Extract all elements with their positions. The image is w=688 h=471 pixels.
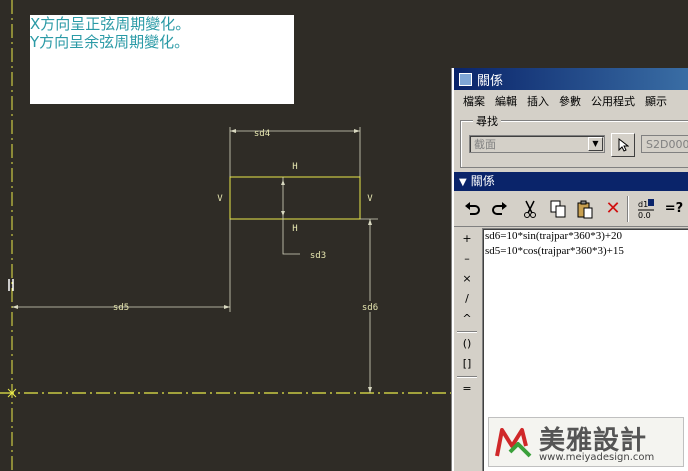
section-rectangle[interactable] [229, 176, 361, 220]
pointer-icon [618, 137, 630, 152]
toolbar-separator [627, 196, 628, 222]
delete-icon[interactable]: ✕ [601, 197, 625, 221]
relation-line[interactable]: sd6=10*sin(trajpar*360*3)+20 [483, 229, 688, 244]
menu-show[interactable]: 顯示 [645, 93, 667, 109]
operator-plus[interactable]: + [457, 230, 477, 248]
operator-multiply[interactable]: × [457, 270, 477, 288]
find-type-dropdown[interactable]: 截面 ▼ [469, 135, 605, 153]
menu-file[interactable]: 檔案 [463, 93, 485, 109]
menu-edit[interactable]: 編輯 [495, 93, 517, 109]
menu-utilities[interactable]: 公用程式 [591, 93, 635, 109]
relation-line[interactable]: sd5=10*cos(trajpar*360*3)+15 [483, 244, 688, 259]
select-pointer-button[interactable] [611, 133, 635, 157]
operator-separator [457, 331, 477, 332]
center-arrow-up [281, 180, 285, 185]
cut-icon[interactable] [518, 197, 542, 221]
dim-sd4-label[interactable]: sd4 [254, 129, 270, 139]
find-group: 尋找 截面 ▼ S2D0001 [460, 113, 688, 168]
svg-text:d1: d1 [638, 200, 648, 209]
constraint-v-right: V [367, 194, 373, 204]
relations-toolbar: ✕ d1 0.0 =? [454, 192, 688, 227]
operator-equals[interactable]: = [457, 380, 477, 398]
brand-logo-icon [495, 428, 532, 458]
note-line-2: Y方向呈余弦周期變化。 [30, 33, 190, 51]
menu-bar: 檔案 編輯 插入 參數 公用程式 顯示 [454, 90, 688, 112]
chevron-down-icon[interactable]: ▼ [588, 137, 603, 151]
operator-parentheses[interactable]: () [457, 335, 477, 353]
note-box: X方向呈正弦周期變化。 Y方向呈余弦周期變化。 [30, 15, 294, 104]
redo-icon[interactable] [488, 197, 512, 221]
undo-icon[interactable] [460, 197, 484, 221]
sd4-arrow-left [230, 129, 236, 133]
operator-separator [457, 376, 477, 377]
constraint-h-bottom: H [292, 224, 297, 234]
watermark-url: www.meiyadesign.com [539, 452, 655, 463]
watermark-logo: 美雅設計 www.meiyadesign.com [488, 417, 684, 467]
find-type-value: 截面 [474, 138, 496, 151]
sd5-arrow-right [224, 305, 230, 309]
sd6-arrow-bottom [368, 387, 372, 393]
paste-icon[interactable] [573, 197, 597, 221]
dim-sd5-label[interactable]: sd5 [113, 303, 129, 313]
svg-text:0.0: 0.0 [638, 211, 651, 220]
operator-minus[interactable]: – [457, 250, 477, 268]
relations-section-title: 關係 [470, 174, 495, 188]
start-marker [8, 279, 14, 291]
collapse-triangle-icon[interactable]: ▼ [459, 173, 467, 192]
window-titlebar[interactable]: 關係 [454, 68, 688, 90]
operator-divide[interactable]: / [457, 290, 477, 308]
operator-brackets[interactable]: [] [457, 355, 477, 373]
constraint-h-top: H [292, 162, 297, 172]
window-title: 關係 [477, 73, 504, 89]
sd5-arrow-left [12, 305, 18, 309]
operator-palette: + – × / ^ () [] = [454, 228, 480, 471]
find-group-label: 尋找 [473, 113, 501, 129]
evaluate-button[interactable]: =? [662, 197, 686, 221]
operator-power[interactable]: ^ [457, 310, 477, 328]
menu-parameters[interactable]: 參數 [559, 93, 581, 109]
sd4-arrow-right [354, 129, 360, 133]
copy-icon[interactable] [546, 197, 570, 221]
relations-window[interactable]: 關係 檔案 編輯 插入 參數 公用程式 顯示 尋找 截面 ▼ S2D0001 ▼… [452, 68, 688, 471]
menu-insert[interactable]: 插入 [527, 93, 549, 109]
insert-dimension-icon[interactable]: d1 0.0 [634, 197, 658, 221]
window-app-icon [459, 72, 472, 86]
note-line-1: X方向呈正弦周期變化。 [30, 15, 191, 33]
dim-sd3-label[interactable]: sd3 [310, 251, 326, 261]
constraint-v-left: V [217, 194, 223, 204]
find-target-field[interactable]: S2D0001 [641, 135, 688, 153]
sd6-arrow-top [368, 219, 372, 225]
relations-section-header[interactable]: ▼ 關係 [454, 172, 688, 191]
dim-sd6-label[interactable]: sd6 [360, 301, 380, 315]
center-arrow-down [281, 211, 285, 216]
